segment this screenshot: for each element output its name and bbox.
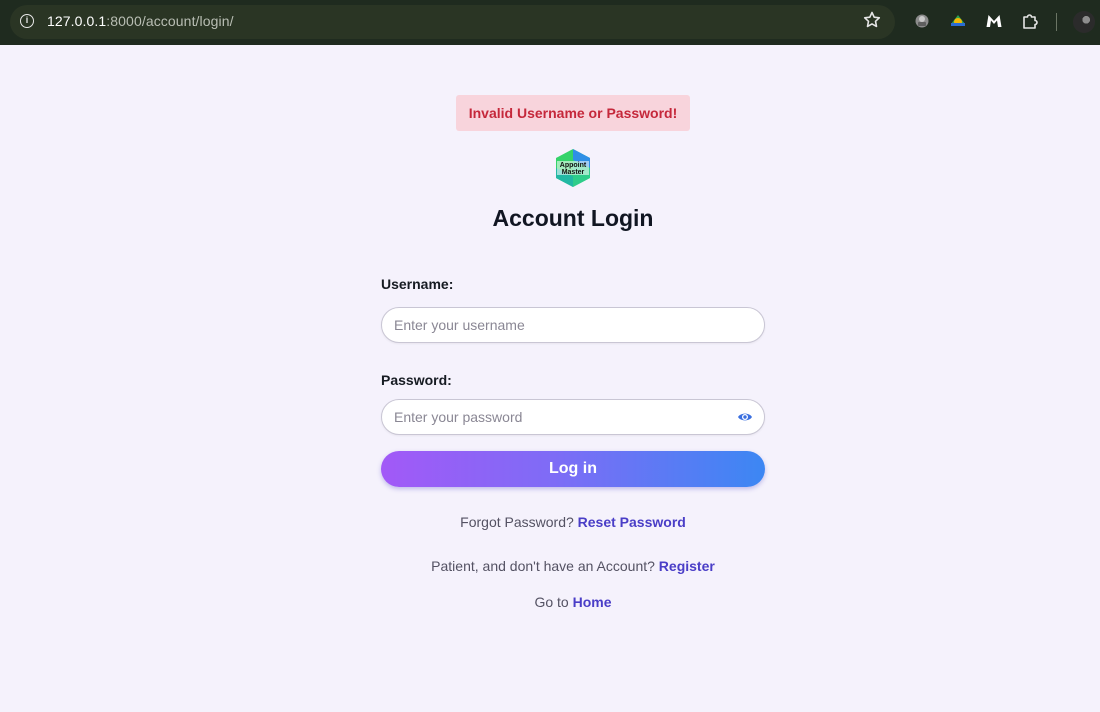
- url-path: :8000/account/login/: [106, 13, 234, 29]
- forgot-password-line: Forgot Password? Reset Password: [0, 514, 1100, 530]
- eye-icon[interactable]: [737, 410, 753, 424]
- forgot-password-text: Forgot Password?: [460, 514, 574, 530]
- page-title: Account Login: [492, 205, 654, 231]
- password-label: Password:: [381, 372, 452, 388]
- url-text[interactable]: 127.0.0.1:8000/account/login/: [47, 13, 234, 29]
- ext-icon-1[interactable]: [912, 11, 932, 31]
- password-field: [381, 399, 765, 435]
- login-button[interactable]: Log in: [381, 451, 765, 487]
- ext-icon-2[interactable]: [948, 11, 968, 31]
- url-host: 127.0.0.1: [47, 13, 107, 29]
- home-text: Go to: [534, 594, 569, 610]
- info-icon[interactable]: i: [20, 14, 34, 28]
- logo-text-line1: Appoint: [560, 162, 587, 169]
- error-alert: Invalid Username or Password!: [456, 95, 690, 131]
- browser-toolbar: i 127.0.0.1:8000/account/login/: [0, 0, 1100, 45]
- register-link[interactable]: Register: [659, 558, 715, 574]
- malwarebytes-icon[interactable]: [984, 11, 1004, 31]
- avatar[interactable]: [1073, 11, 1095, 33]
- star-icon[interactable]: [862, 10, 882, 30]
- reset-password-link[interactable]: Reset Password: [578, 514, 686, 530]
- username-label: Username:: [381, 276, 454, 292]
- password-input[interactable]: [382, 400, 764, 434]
- username-input[interactable]: [382, 308, 764, 342]
- register-text: Patient, and don't have an Account?: [431, 558, 655, 574]
- home-link[interactable]: Home: [573, 594, 612, 610]
- toolbar-divider: [1056, 13, 1057, 31]
- appoint-master-logo: Appoint Master: [556, 149, 590, 187]
- puzzle-icon[interactable]: [1020, 11, 1040, 31]
- register-line: Patient, and don't have an Account? Regi…: [0, 558, 1100, 574]
- logo-text-line2: Master: [562, 169, 585, 176]
- home-line: Go to Home: [0, 594, 1100, 610]
- username-field: [381, 307, 765, 343]
